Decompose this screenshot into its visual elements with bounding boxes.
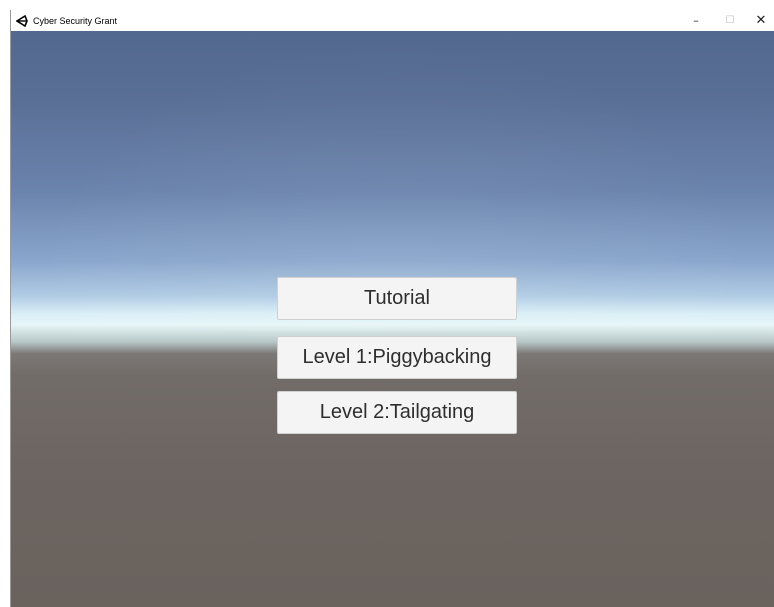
game-viewport: Tutorial Level 1:Piggybacking Level 2:Ta… — [11, 31, 774, 607]
level-1-button-label: Level 1:Piggybacking — [302, 346, 492, 368]
maximize-button[interactable]: ☐ — [713, 10, 747, 31]
window-title: Cyber Security Grant — [33, 15, 118, 26]
minimize-button[interactable]: – — [679, 10, 713, 31]
level-2-button[interactable]: Level 2:Tailgating — [277, 391, 517, 434]
game-window: Cyber Security Grant – ☐ ✕ Tutorial Leve… — [10, 10, 774, 607]
title-bar[interactable]: Cyber Security Grant – ☐ ✕ — [11, 10, 774, 31]
window-controls: – ☐ ✕ — [679, 10, 774, 31]
close-button[interactable]: ✕ — [747, 10, 774, 31]
level-2-button-label: Level 2:Tailgating — [319, 401, 475, 423]
unity-logo-icon — [15, 14, 28, 27]
level-1-button[interactable]: Level 1:Piggybacking — [277, 336, 517, 379]
tutorial-button[interactable]: Tutorial — [277, 277, 517, 320]
tutorial-button-label: Tutorial — [364, 287, 430, 309]
